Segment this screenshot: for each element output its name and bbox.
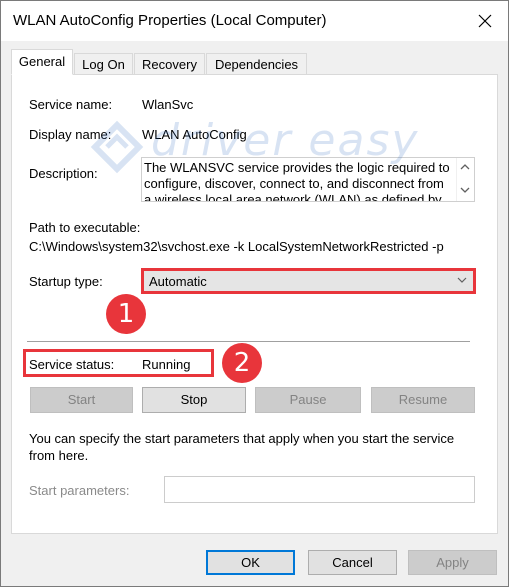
- scroll-down-icon[interactable]: [460, 187, 470, 194]
- close-icon: [478, 14, 492, 28]
- description-text: The WLANSVC service provides the logic r…: [144, 160, 450, 202]
- tab-log-on[interactable]: Log On: [74, 53, 133, 74]
- divider: [27, 341, 470, 342]
- resume-button[interactable]: Resume: [371, 387, 475, 413]
- tab-dependencies[interactable]: Dependencies: [206, 53, 307, 74]
- service-status-value: Running: [142, 357, 191, 372]
- service-status-label: Service status:: [29, 357, 115, 372]
- start-params-input[interactable]: [164, 476, 475, 503]
- step-badge-1: 1: [106, 294, 146, 334]
- tab-recovery[interactable]: Recovery: [134, 53, 205, 74]
- chevron-down-icon: [457, 277, 467, 283]
- general-panel: [11, 74, 498, 534]
- pause-button[interactable]: Pause: [255, 387, 361, 413]
- service-name-value: WlanSvc: [142, 97, 194, 112]
- tab-general[interactable]: General: [11, 49, 73, 75]
- startup-type-value: Automatic: [149, 274, 207, 289]
- description-scrollbar[interactable]: [456, 158, 474, 201]
- description-label: Description:: [29, 166, 98, 181]
- path-value: C:\Windows\system32\svchost.exe -k Local…: [29, 239, 444, 254]
- start-button[interactable]: Start: [30, 387, 133, 413]
- startup-type-select[interactable]: Automatic: [141, 268, 476, 294]
- start-params-note: You can specify the start parameters tha…: [29, 431, 455, 463]
- description-box[interactable]: The WLANSVC service provides the logic r…: [141, 157, 475, 202]
- step-badge-2: 2: [222, 343, 262, 383]
- scroll-up-icon[interactable]: [460, 163, 470, 170]
- startup-type-label: Startup type:: [29, 274, 103, 289]
- service-name-label: Service name:: [29, 97, 113, 112]
- stop-button[interactable]: Stop: [142, 387, 246, 413]
- ok-button[interactable]: OK: [206, 550, 295, 575]
- properties-window: WLAN AutoConfig Properties (Local Comput…: [0, 0, 509, 587]
- apply-button[interactable]: Apply: [408, 550, 497, 575]
- path-label: Path to executable:: [29, 220, 141, 235]
- display-name-label: Display name:: [29, 127, 112, 142]
- window-title: WLAN AutoConfig Properties (Local Comput…: [13, 12, 327, 29]
- start-params-label: Start parameters:: [29, 483, 130, 498]
- title-bar: WLAN AutoConfig Properties (Local Comput…: [1, 1, 508, 41]
- cancel-button[interactable]: Cancel: [308, 550, 397, 575]
- display-name-value: WLAN AutoConfig: [142, 127, 247, 142]
- close-button[interactable]: [462, 1, 508, 41]
